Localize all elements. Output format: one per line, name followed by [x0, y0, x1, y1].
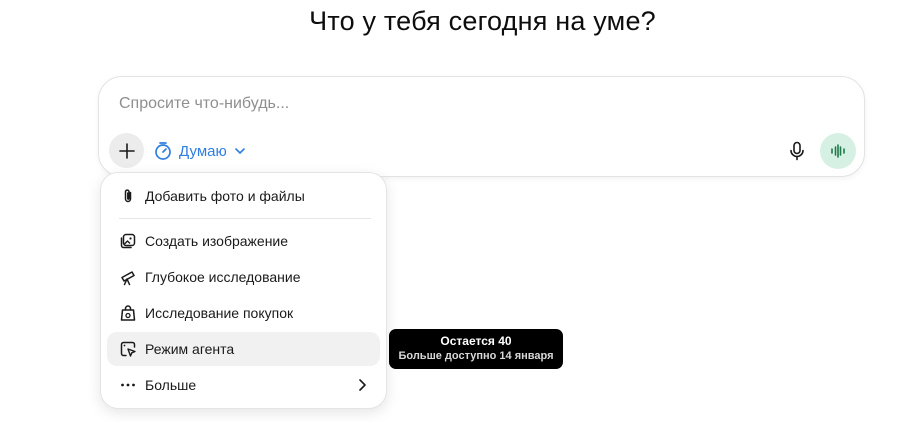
paperclip-icon [119, 187, 137, 205]
menu-item-shopping-research[interactable]: Исследование покупок [107, 296, 380, 330]
attachment-menu: Добавить фото и файлы Создать изображени… [100, 172, 387, 409]
thinking-mode-button[interactable]: Думаю [153, 137, 247, 165]
add-button[interactable] [109, 133, 144, 168]
plus-icon [118, 142, 135, 159]
menu-item-create-image[interactable]: Создать изображение [107, 224, 380, 258]
menu-item-label: Исследование покупок [145, 305, 294, 321]
page-title: Что у тебя сегодня на уме? [309, 6, 656, 36]
menu-item-agent-mode[interactable]: Режим агента [107, 332, 380, 366]
menu-item-add-files[interactable]: Добавить фото и файлы [107, 179, 380, 213]
microphone-button[interactable] [783, 137, 811, 165]
menu-item-label: Режим агента [145, 341, 235, 357]
chevron-right-icon [359, 379, 366, 391]
menu-divider [119, 218, 371, 219]
menu-item-deep-research[interactable]: Глубокое исследование [107, 260, 380, 294]
shopping-bag-icon [119, 304, 137, 322]
telescope-icon [119, 268, 137, 286]
image-icon [119, 232, 137, 250]
voice-waveform-icon [831, 144, 845, 158]
voice-mode-button[interactable] [820, 133, 856, 169]
menu-item-label: Больше [145, 377, 197, 393]
tooltip-more-available: Больше доступно 14 января [398, 350, 554, 362]
timer-icon [155, 142, 171, 160]
menu-item-label: Глубокое исследование [145, 269, 301, 285]
chevron-down-icon [234, 148, 245, 154]
thinking-mode-label: Думаю [179, 142, 227, 160]
microphone-icon [790, 141, 804, 161]
chat-composer: Спросите что-нибудь... Думаю [98, 76, 865, 177]
more-dots-icon [119, 376, 137, 394]
menu-item-label: Добавить фото и файлы [145, 188, 305, 204]
menu-item-more[interactable]: Больше [107, 368, 380, 402]
prompt-input[interactable]: Спросите что-нибудь... [119, 95, 289, 113]
tooltip-remaining: Остается 40 [440, 334, 512, 348]
agent-cursor-icon [119, 340, 137, 358]
agent-mode-tooltip: Остается 40 Больше доступно 14 января [389, 329, 563, 369]
page: Что у тебя сегодня на уме? Спросите что-… [0, 0, 915, 422]
menu-item-label: Создать изображение [145, 233, 289, 249]
